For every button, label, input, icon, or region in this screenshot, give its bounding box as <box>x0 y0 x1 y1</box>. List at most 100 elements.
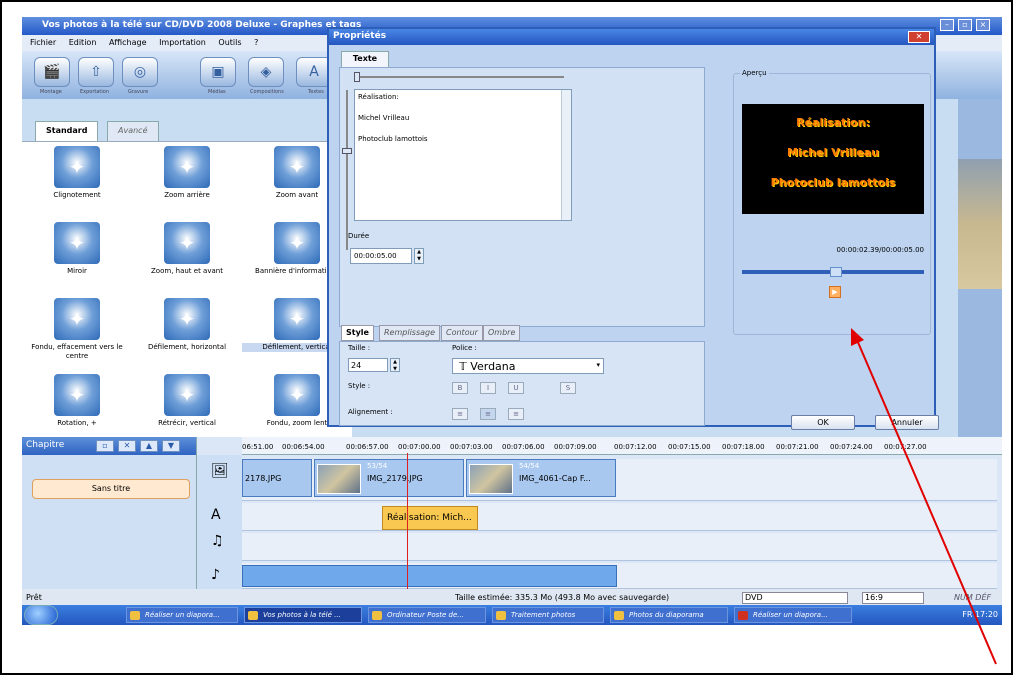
align-center-icon[interactable]: ≡ <box>480 408 496 420</box>
effect-label: Clignotement <box>53 191 101 199</box>
ratio-select[interactable]: 16:9 <box>862 592 924 604</box>
tab-avance[interactable]: Avancé <box>107 121 159 141</box>
start-button[interactable] <box>24 605 58 625</box>
effect-icon: ✦ <box>164 298 210 340</box>
effect-item[interactable]: ✦ Rétrécir, vertical <box>132 372 242 446</box>
preview-progress[interactable] <box>742 267 924 277</box>
audio1-track-icon: ♫ <box>211 533 224 549</box>
menu-edition[interactable]: Edition <box>69 38 97 47</box>
horizontal-slider[interactable] <box>354 72 564 82</box>
effect-item[interactable]: ✦ Zoom arrière <box>132 144 242 218</box>
taskbar-item[interactable]: Photos du diaporama <box>610 607 728 623</box>
chapter-panel: Chapitre ▫ ✕ ▲ ▼ Sans titre <box>22 437 197 605</box>
tab-texte[interactable]: Texte <box>341 51 389 67</box>
effect-label: Défilement, horizontal <box>147 343 227 351</box>
time-ruler: 06:51.00 00:06:54.00 00:06:57.00 00:07:0… <box>242 437 1002 455</box>
menu-fichier[interactable]: Fichier <box>30 38 56 47</box>
format-select[interactable]: DVD <box>742 592 848 604</box>
cancel-button[interactable]: Annuler <box>875 415 939 430</box>
audio2-track <box>242 563 997 589</box>
chapter-delete-button[interactable]: ✕ <box>118 440 136 452</box>
close-icon[interactable]: × <box>976 19 990 31</box>
scrollbar[interactable] <box>561 90 571 220</box>
effect-label: Rotation, + <box>57 419 97 427</box>
ok-button[interactable]: OK <box>791 415 855 430</box>
text-input[interactable]: Réalisation: Michel Vrilleau Photoclub l… <box>354 89 572 221</box>
photo-clip[interactable]: 54/54 IMG_4061-Cap F... <box>466 459 616 497</box>
maximize-icon[interactable]: ▫ <box>958 19 972 31</box>
dialog-close-icon[interactable]: ✕ <box>908 31 930 43</box>
tab-remplissage[interactable]: Remplissage <box>379 325 441 341</box>
clip-name: IMG_2179.JPG <box>367 474 423 483</box>
duree-input[interactable]: 00:00:05.00 <box>350 248 412 264</box>
compositions-tool-icon[interactable]: ◈ <box>248 57 284 87</box>
tab-contour[interactable]: Contour <box>441 325 483 341</box>
chapter-up-button[interactable]: ▲ <box>140 440 158 452</box>
style-panel: Taille : 24 ▲ ▼ Police : 𝕋 Verdana ▾ Style… <box>339 341 705 426</box>
properties-dialog: Propriétés ✕ Texte Réalisation: Michel V… <box>327 27 939 430</box>
menu-help[interactable]: ? <box>254 38 258 47</box>
text-panel: Réalisation: Michel Vrilleau Photoclub l… <box>339 67 705 327</box>
text-line: Photoclub lamottois <box>358 135 428 143</box>
menu-outils[interactable]: Outils <box>218 38 241 47</box>
menu-affichage[interactable]: Affichage <box>109 38 147 47</box>
police-label: Police : <box>452 344 477 352</box>
strike-icon[interactable]: S <box>560 382 576 394</box>
photo-track-icon: 🖼 <box>211 463 229 479</box>
underline-icon[interactable]: U <box>508 382 524 394</box>
chapter-down-button[interactable]: ▼ <box>162 440 180 452</box>
gravure-label: Gravure <box>128 89 149 95</box>
taskbar-item[interactable]: Traitement photos <box>492 607 604 623</box>
export-tool-icon[interactable]: ⇧ <box>78 57 114 87</box>
photo-clip[interactable]: 2178.JPG <box>242 459 312 497</box>
bold-icon[interactable]: B <box>452 382 468 394</box>
gravure-tool-icon[interactable]: ◎ <box>122 57 158 87</box>
taille-label: Taille : <box>348 344 371 352</box>
playhead[interactable] <box>407 453 408 597</box>
effect-item[interactable]: ✦ Miroir <box>22 220 132 294</box>
folder-icon <box>372 611 382 620</box>
ruler-tick: 00:07:00.00 <box>398 443 441 451</box>
effect-label: Zoom, haut et avant <box>151 267 223 275</box>
text-line: Michel Vrilleau <box>358 114 410 122</box>
tab-style[interactable]: Style <box>341 325 374 341</box>
audio-clip[interactable] <box>242 565 617 587</box>
vertical-slider[interactable] <box>342 90 352 250</box>
pdf-icon <box>738 611 748 620</box>
tab-standard[interactable]: Standard <box>35 121 99 141</box>
chapter-item[interactable]: Sans titre <box>32 479 190 499</box>
taskbar-item[interactable]: Réaliser un diapora... <box>126 607 238 623</box>
clip-thumbnail <box>469 464 513 494</box>
chapter-add-button[interactable]: ▫ <box>96 440 114 452</box>
play-icon[interactable]: ▶ <box>829 286 841 298</box>
align-left-icon[interactable]: ≡ <box>452 408 468 420</box>
medias-tool-icon[interactable]: ▣ <box>200 57 236 87</box>
text-clip[interactable]: Réalisation: Mich... <box>382 506 478 530</box>
effect-item[interactable]: ✦ Rotation, + <box>22 372 132 446</box>
apercu-label: Aperçu <box>740 69 769 77</box>
minimize-icon[interactable]: – <box>940 19 954 31</box>
police-select[interactable]: 𝕋 Verdana ▾ <box>452 358 604 374</box>
effect-item[interactable]: ✦ Clignotement <box>22 144 132 218</box>
photo-clip[interactable]: 53/54 IMG_2179.JPG <box>314 459 464 497</box>
effect-item[interactable]: ✦ Défilement, horizontal <box>132 296 242 370</box>
effects-grid: ✦ Clignotement ✦ Zoom arrière ✦ Zoom avant … <box>22 141 352 437</box>
taskbar-item[interactable]: Réaliser un diapora... <box>734 607 852 623</box>
ruler-tick: 00:07:06.00 <box>502 443 545 451</box>
taille-input[interactable]: 24 <box>348 358 388 372</box>
effect-item[interactable]: ✦ Zoom, haut et avant <box>132 220 242 294</box>
italic-icon[interactable]: I <box>480 382 496 394</box>
taskbar-item[interactable]: Vos photos à la télé ... <box>244 607 362 623</box>
align-right-icon[interactable]: ≡ <box>508 408 524 420</box>
taille-spinner[interactable]: ▲ ▼ <box>390 358 400 372</box>
duree-spinner[interactable]: ▲ ▼ <box>414 248 424 264</box>
menu-importation[interactable]: Importation <box>159 38 206 47</box>
dialog-title: Propriétés <box>329 29 934 45</box>
clip-number: 54/54 <box>519 462 540 470</box>
montage-tool-icon[interactable]: 🎬 <box>34 57 70 87</box>
effect-item[interactable]: ✦ Fondu, effacement vers le centre <box>22 296 132 370</box>
taskbar-item[interactable]: Ordinateur Poste de... <box>368 607 486 623</box>
tab-ombre[interactable]: Ombre <box>483 325 521 341</box>
language-indicator[interactable]: FR <box>962 610 972 619</box>
medias-label: Médias <box>208 89 226 95</box>
